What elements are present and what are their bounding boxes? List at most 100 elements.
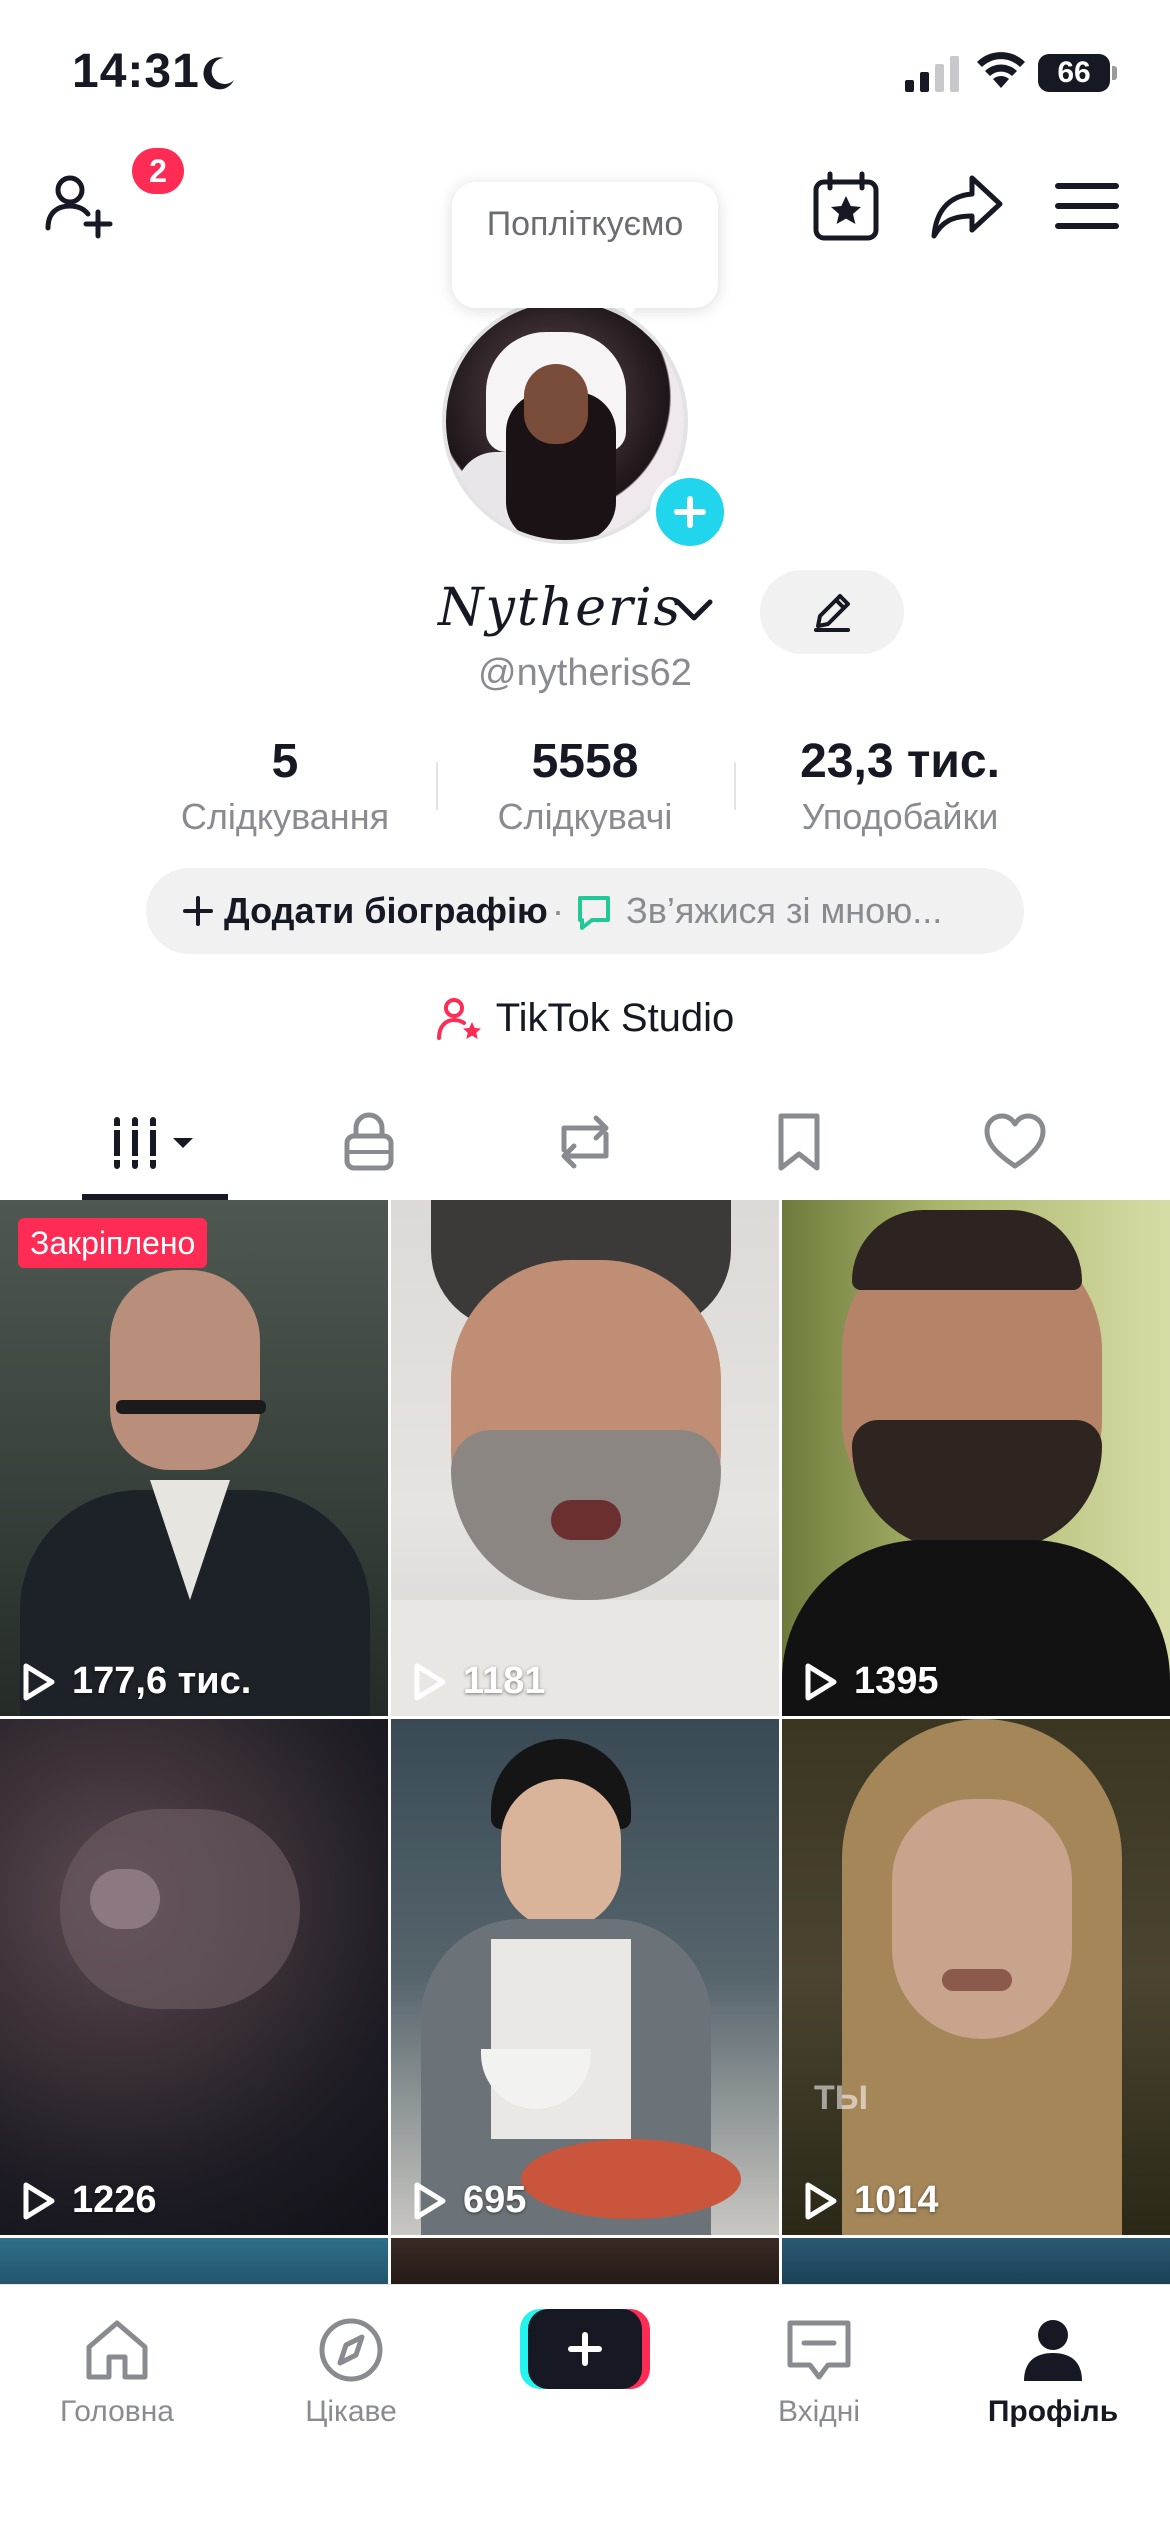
add-bio-label: Додати біографію <box>224 890 548 931</box>
tab-liked[interactable] <box>908 1090 1122 1200</box>
add-bio-button[interactable]: Додати біографію <box>182 868 602 954</box>
contact-me-button[interactable]: Зв’яжися зі мною... <box>574 868 1014 954</box>
tab-private[interactable] <box>262 1090 476 1200</box>
calendar-star-icon <box>813 171 879 241</box>
status-bar: 14:31 66 <box>0 0 1170 140</box>
studio-user-star-icon <box>436 998 481 1040</box>
view-count: 695 <box>409 2175 526 2225</box>
stat-value: 5558 <box>531 735 639 788</box>
bottom-navigation: Головна Цікаве Вхідні Профіль <box>0 2284 1170 2532</box>
wifi-icon <box>977 52 1025 88</box>
video-thumbnail[interactable]: 1395 <box>782 1200 1170 1716</box>
notification-badge: 2 <box>132 148 184 194</box>
battery-icon: 66 <box>1038 54 1118 92</box>
signal-icon <box>905 56 959 92</box>
menu-button[interactable] <box>1054 178 1134 248</box>
play-icon <box>805 2182 837 2220</box>
content-tabs <box>0 1090 1170 1200</box>
chevron-down-icon[interactable] <box>674 596 714 624</box>
studio-label: TikTok Studio <box>495 996 735 1040</box>
bio-separator: · <box>552 890 564 931</box>
tiktok-studio-link[interactable]: TikTok Studio <box>0 988 1170 1048</box>
nav-profile-label: Профіль <box>987 2395 1119 2428</box>
video-overlay-text: ТЫ <box>814 2079 869 2117</box>
view-count-value: 1181 <box>463 1660 546 1702</box>
view-count-value: 1226 <box>72 2179 157 2221</box>
stat-following[interactable]: 5 Слідкування <box>120 732 450 842</box>
add-story-button[interactable] <box>650 472 730 552</box>
video-thumbnail[interactable]: Закріплено 177,6 тис. <box>0 1200 388 1716</box>
nav-discover-label: Цікаве <box>305 2395 397 2428</box>
add-friends-button[interactable]: 2 <box>40 140 190 250</box>
username: @nytheris62 <box>478 652 692 694</box>
create-button[interactable] <box>520 2309 650 2389</box>
hamburger-menu-icon <box>1055 183 1119 229</box>
nav-home[interactable]: Головна <box>0 2297 234 2447</box>
stat-followers[interactable]: 5558 Слідкувачі <box>450 732 720 842</box>
display-name[interactable]: Nytheris <box>438 578 682 638</box>
share-arrow-icon <box>931 175 1003 239</box>
tab-reposts[interactable] <box>478 1090 692 1200</box>
stat-value: 5 <box>271 735 299 788</box>
inbox-icon <box>787 2320 851 2380</box>
view-count-value: 177,6 тис. <box>72 1660 252 1702</box>
view-count: 177,6 тис. <box>18 1656 251 1706</box>
nav-inbox[interactable]: Вхідні <box>702 2297 936 2447</box>
share-profile-button[interactable] <box>930 172 1020 262</box>
video-thumbnail[interactable] <box>782 2238 1170 2284</box>
stat-label: Слідкувачі <box>497 796 673 837</box>
pencil-icon <box>814 594 850 632</box>
stat-value: 23,3 тис. <box>800 735 1000 788</box>
nav-profile[interactable]: Профіль <box>936 2297 1170 2447</box>
stat-likes[interactable]: 23,3 тис. Уподобайки <box>750 732 1050 842</box>
view-count-value: 1014 <box>854 2179 939 2221</box>
video-thumbnail[interactable] <box>0 2238 388 2284</box>
heart-icon <box>984 1113 1046 1169</box>
view-count: 1226 <box>18 2175 157 2225</box>
nav-inbox-label: Вхідні <box>777 2395 861 2428</box>
view-count: 1014 <box>800 2175 939 2225</box>
play-icon <box>414 2182 446 2220</box>
view-count: 1395 <box>800 1656 939 1706</box>
lock-icon <box>344 1112 394 1171</box>
view-count-value: 695 <box>463 2179 527 2221</box>
pinned-badge: Закріплено <box>18 1218 208 1268</box>
view-count-value: 1395 <box>854 1660 939 1702</box>
view-count: 1181 <box>409 1656 545 1706</box>
video-grid: Закріплено 177,6 тис. 1181 1395 1226 695… <box>0 1200 1170 2284</box>
battery-level: 66 <box>1038 54 1110 92</box>
video-thumbnail[interactable] <box>391 2238 779 2284</box>
video-thumbnail[interactable]: ТЫ 1014 <box>782 1719 1170 2235</box>
repost-icon <box>561 1115 609 1169</box>
plus-icon <box>528 2309 642 2389</box>
bookmark-icon <box>778 1113 820 1171</box>
compass-icon <box>319 2318 383 2382</box>
play-icon <box>23 1663 55 1701</box>
bio-pill: Додати біографію · Зв’яжися зі мною... <box>146 868 1024 954</box>
chat-bubble-icon <box>578 896 610 930</box>
nav-discover[interactable]: Цікаве <box>234 2297 468 2447</box>
play-icon <box>414 1663 446 1701</box>
status-tooltip[interactable]: Попліткуємо <box>452 182 718 308</box>
add-user-icon <box>45 175 113 239</box>
profile-stats: 5 Слідкування 5558 Слідкувачі 23,3 тис. … <box>120 732 1050 842</box>
tab-videos[interactable] <box>48 1090 262 1200</box>
status-time: 14:31 <box>72 45 200 98</box>
stat-label: Слідкування <box>180 796 390 837</box>
plus-icon <box>183 896 213 926</box>
edit-profile-button[interactable] <box>760 570 904 654</box>
stat-label: Уподобайки <box>801 796 999 837</box>
video-thumbnail[interactable]: 695 <box>391 1719 779 2235</box>
home-icon <box>86 2320 148 2380</box>
tab-favorites[interactable] <box>692 1090 906 1200</box>
play-icon <box>805 1663 837 1701</box>
moon-icon <box>203 57 234 90</box>
contact-me-label: Зв’яжися зі мною... <box>626 890 943 931</box>
profile-icon <box>1024 2320 1082 2381</box>
nav-home-label: Головна <box>60 2395 174 2428</box>
video-thumbnail[interactable]: 1181 <box>391 1200 779 1716</box>
video-thumbnail[interactable]: 1226 <box>0 1719 388 2235</box>
calendar-button[interactable] <box>808 170 898 260</box>
grid-bars-icon <box>111 1117 193 1169</box>
avatar-container <box>440 298 730 552</box>
